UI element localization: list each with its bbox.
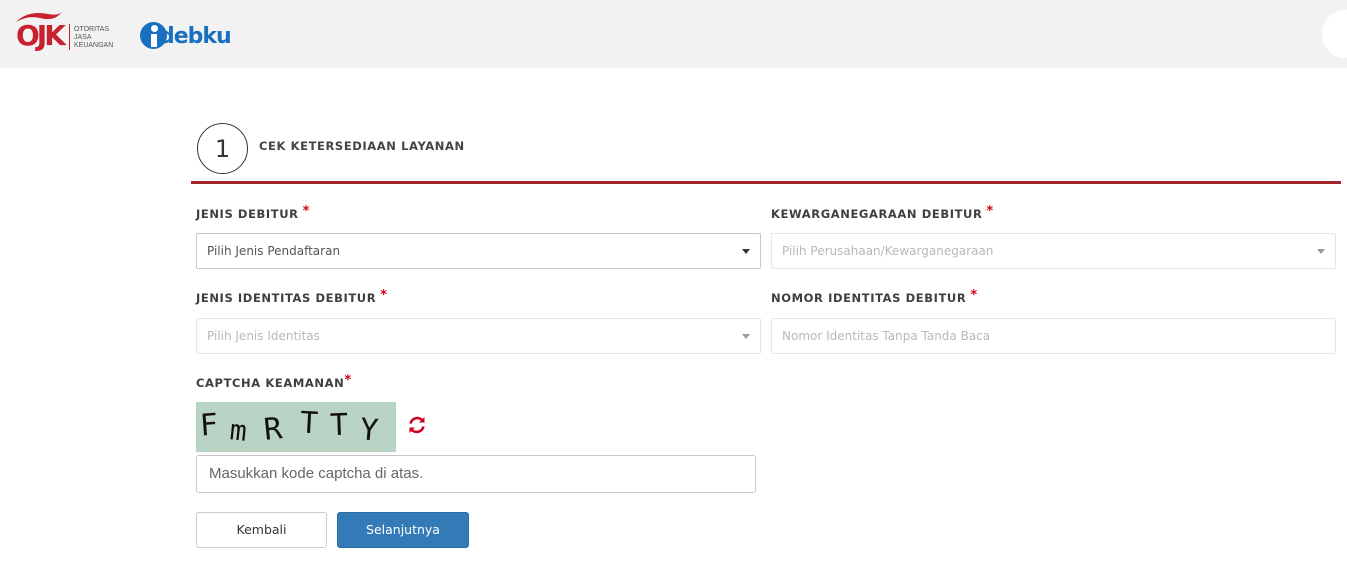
chevron-down-icon	[742, 249, 750, 254]
captcha-input[interactable]: Masukkan kode captcha di atas.	[196, 455, 756, 493]
ojk-logo-subtitle: OTORITAS JASA KEUANGAN	[74, 26, 113, 50]
ojk-logo[interactable]: OJK	[16, 22, 66, 50]
captcha-char: R	[262, 411, 284, 448]
required-mark: *	[970, 288, 978, 303]
chevron-down-icon	[1317, 249, 1325, 254]
captcha-label: CAPTCHA KEAMANAN*	[196, 373, 352, 390]
required-mark: *	[344, 373, 352, 388]
captcha-char: m	[228, 413, 249, 448]
required-mark: *	[380, 288, 388, 303]
chevron-down-icon	[742, 334, 750, 339]
next-button[interactable]: Selanjutnya	[337, 512, 469, 548]
jenis-identitas-select[interactable]: Pilih Jenis Identitas	[196, 318, 761, 354]
back-button[interactable]: Kembali	[196, 512, 327, 548]
top-header: OJK OTORITAS JASA KEUANGAN debku	[0, 0, 1347, 68]
section-divider	[191, 181, 1341, 184]
kewarganegaraan-select[interactable]: Pilih Perusahaan/Kewarganegaraan	[771, 233, 1336, 269]
kewarganegaraan-label: KEWARGANEGARAAN DEBITUR *	[771, 204, 994, 221]
jenis-debitur-label: JENIS DEBITUR *	[196, 204, 311, 221]
captcha-char: T	[329, 407, 349, 444]
nomor-identitas-input[interactable]: Nomor Identitas Tanpa Tanda Baca	[771, 318, 1336, 354]
idebku-logo[interactable]: debku	[159, 23, 232, 51]
ojk-logo-divider	[69, 24, 70, 50]
refresh-icon[interactable]	[406, 414, 428, 436]
captcha-char: T	[299, 405, 319, 442]
captcha-char: F	[198, 407, 220, 444]
step-title: CEK KETERSEDIAAN LAYANAN	[259, 139, 465, 153]
ojk-sub-line-3: KEUANGAN	[74, 42, 114, 49]
captcha-char: Y	[358, 412, 380, 449]
ojk-sub-line-1: OTORITAS	[74, 26, 110, 33]
jenis-identitas-label: JENIS IDENTITAS DEBITUR *	[196, 288, 388, 305]
captcha-image: F m R T T Y	[196, 402, 396, 452]
step-number: 1	[197, 123, 248, 174]
required-mark: *	[986, 204, 994, 219]
ojk-sub-line-2: JASA	[74, 34, 92, 41]
required-mark: *	[302, 204, 311, 219]
nomor-identitas-label: NOMOR IDENTITAS DEBITUR *	[771, 288, 978, 305]
jenis-debitur-select[interactable]: Pilih Jenis Pendaftaran	[196, 233, 761, 269]
header-decoration	[1322, 10, 1347, 58]
